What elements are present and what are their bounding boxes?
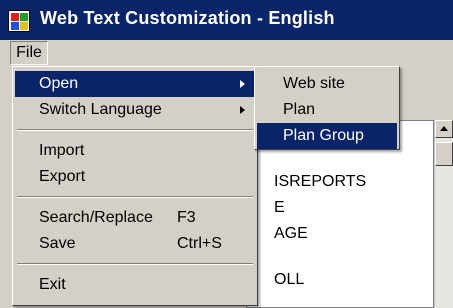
menu-item-label: Plan [283,101,316,118]
menu-item-shortcut: F3 [177,209,196,226]
file-menu: Open Switch Language Import Export Searc… [12,66,258,306]
chevron-right-icon [240,106,245,114]
menu-item-label: Web site [283,75,345,92]
menu-bar [0,40,453,64]
menu-item-switch-language[interactable]: Switch Language [15,97,255,123]
menu-item-label: Open [39,75,79,92]
app-icon[interactable] [8,10,30,32]
menu-separator [17,263,253,265]
tree-item[interactable]: OLL [274,271,304,289]
vertical-scrollbar[interactable] [434,120,453,308]
menu-item-label: Save [39,235,76,252]
submenu-item-plan[interactable]: Plan [257,97,397,123]
scroll-up-button[interactable] [435,120,453,138]
menu-separator [17,129,253,131]
chevron-right-icon [240,80,245,88]
submenu-item-web-site[interactable]: Web site [257,71,397,97]
menu-item-shortcut: Ctrl+S [177,235,222,252]
tree-item[interactable]: E [274,199,285,217]
menu-item-save[interactable]: Save Ctrl+S [15,231,255,257]
tree-item[interactable]: AGE [274,225,308,243]
submenu-item-plan-group[interactable]: Plan Group [257,123,397,149]
menu-item-label: Export [39,168,86,185]
window-title: Web Text Customization - English [40,8,335,28]
menu-item-label: Search/Replace [39,209,153,226]
menu-item-label: Import [39,142,85,159]
menu-item-open[interactable]: Open [15,71,255,97]
menu-item-label: Plan Group [283,127,364,144]
scroll-thumb[interactable] [435,142,453,166]
menu-item-label: Exit [39,276,66,293]
title-bar: Web Text Customization - English [0,0,453,40]
menu-file[interactable]: File [10,41,48,65]
tree-item[interactable]: ISREPORTS [274,173,366,191]
menu-item-search-replace[interactable]: Search/Replace F3 [15,205,255,231]
menu-item-import[interactable]: Import [15,138,255,164]
open-submenu: Web site Plan Plan Group [254,66,400,150]
menu-separator [17,196,253,198]
menu-item-export[interactable]: Export [15,164,255,190]
menu-item-label: Switch Language [39,101,162,118]
menu-item-exit[interactable]: Exit [15,272,255,298]
